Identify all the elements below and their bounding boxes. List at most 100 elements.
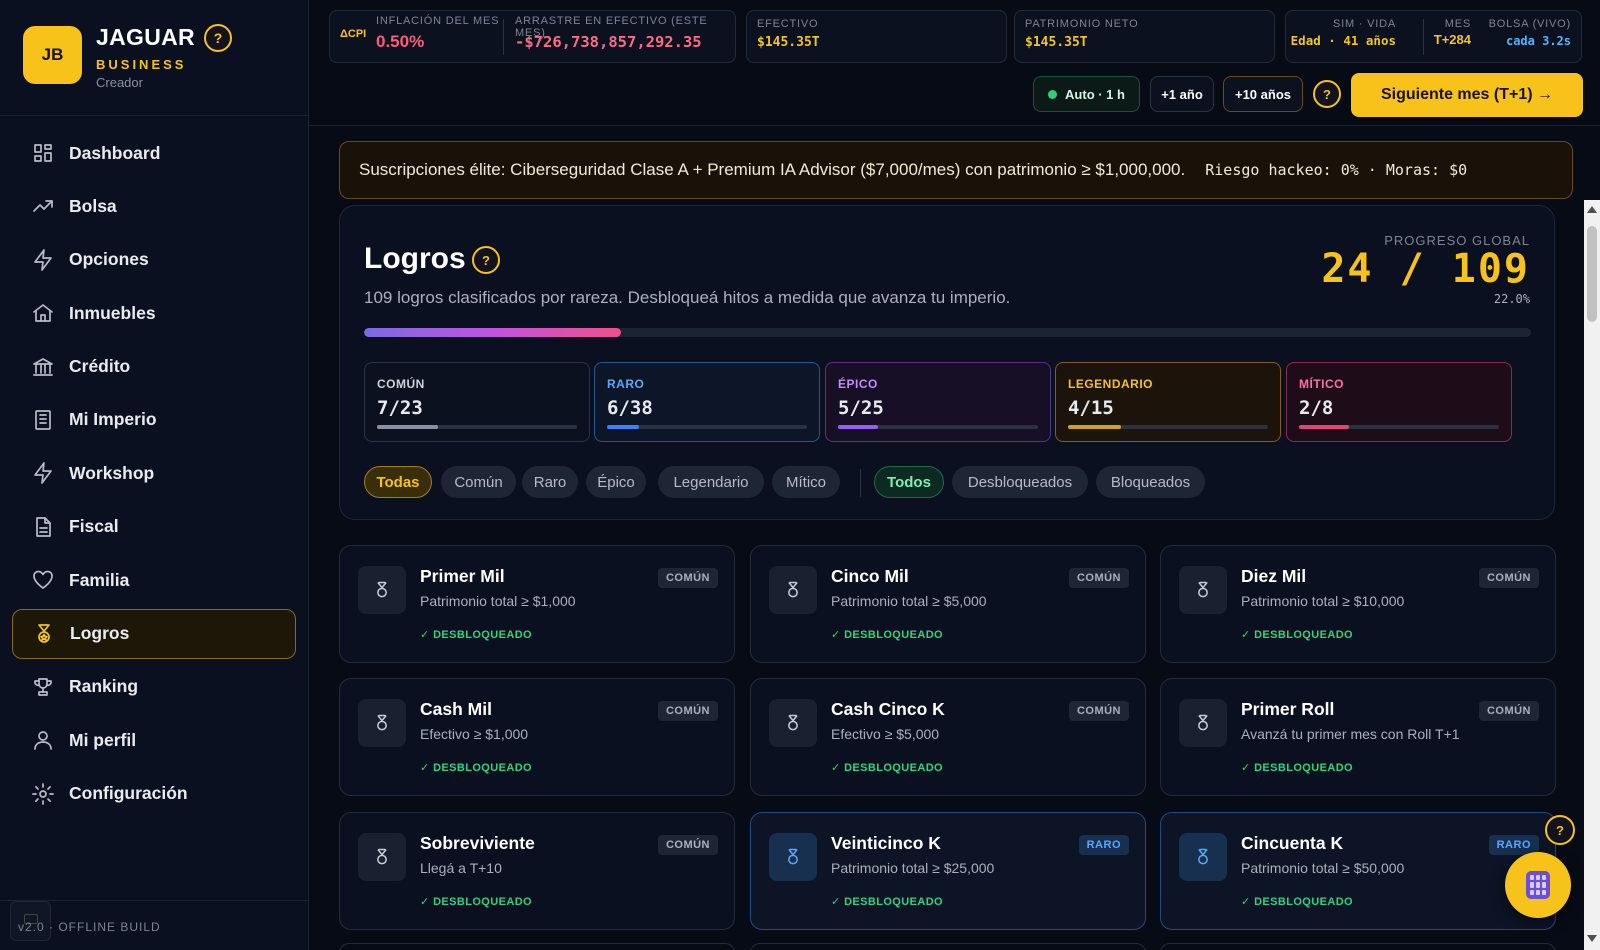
achievement-status: ✓ DESBLOQUEADO: [1241, 762, 1353, 774]
calculator-fab-button[interactable]: [1505, 852, 1571, 918]
plus-ten-years-button[interactable]: +10 años: [1223, 76, 1303, 112]
scroll-thumb[interactable]: [1587, 226, 1597, 322]
rarity-filter-chip[interactable]: Mítico: [772, 466, 840, 498]
sidebar-item-mi-imperio[interactable]: Mi Imperio: [12, 395, 296, 445]
scroll-up-icon[interactable]: [1587, 206, 1597, 213]
rarity-label: LEGENDARIO: [1068, 377, 1154, 391]
achievement-card[interactable]: Primer Mil Patrimonio total ≥ $1,000 ✓ DES…: [339, 545, 735, 663]
achievement-title: Cinco Mil: [831, 566, 909, 586]
status-filter-chip[interactable]: Bloqueados: [1096, 466, 1205, 498]
achievement-card[interactable]: Primer Roll Avanzá tu primer mes con Roll…: [1160, 678, 1556, 796]
achievement-description: Patrimonio total ≥ $25,000: [831, 860, 995, 876]
bank-icon: [33, 357, 53, 376]
achievement-status: ✓ DESBLOQUEADO: [420, 629, 532, 641]
sidebar-item-configuracion[interactable]: Configuración: [12, 769, 296, 819]
sidebar-item-ranking[interactable]: Ranking: [12, 662, 296, 712]
floating-help-button[interactable]: ?: [1545, 815, 1575, 845]
rarity-progress-fill: [1299, 425, 1349, 429]
achievement-description: Avanzá tu primer mes con Roll T+1: [1241, 726, 1460, 742]
rarity-badge: COMÚN: [1478, 568, 1539, 588]
achievements-panel: Logros ? 109 logros clasificados por rar…: [339, 205, 1555, 520]
scroll-down-icon[interactable]: [1587, 935, 1597, 942]
achievement-title: Cash Mil: [420, 699, 492, 719]
brand-help-button[interactable]: ?: [204, 24, 232, 52]
trophy-icon: [34, 678, 52, 696]
sidebar-item-label: Crédito: [69, 356, 131, 377]
achievement-description: Efectivo ≥ $5,000: [831, 726, 940, 742]
medal-icon: [38, 623, 50, 643]
page-scrollbar[interactable]: [1584, 200, 1600, 950]
achievement-description: Patrimonio total ≥ $10,000: [1241, 593, 1405, 609]
sidebar-footer: v2.0 · OFFLINE BUILD: [0, 900, 309, 950]
sidebar-item-label: Fiscal: [69, 516, 119, 537]
medal-icon: [1179, 699, 1227, 747]
calculator-icon: [1526, 871, 1550, 899]
sim-stat: SIM · VIDA Edad · 41 años MES T+284 BOLS…: [1285, 10, 1582, 63]
sidebar-item-logros[interactable]: Logros: [12, 608, 296, 659]
achievement-card[interactable]: Cincuenta K Patrimonio total ≥ $50,000 ✓ D…: [1160, 812, 1556, 930]
rarity-badge: COMÚN: [657, 568, 718, 588]
rarity-filter-chip[interactable]: Épico: [586, 466, 646, 498]
rarity-summary-card: LEGENDARIO 4/15: [1055, 362, 1281, 442]
brand-name: JAGUAR: [96, 24, 195, 50]
brand-header: JB JAGUAR ? BUSINESS Creador: [0, 0, 308, 116]
status-filter-chip[interactable]: Todos: [874, 466, 944, 498]
sidebar-item-bolsa[interactable]: Bolsa: [12, 181, 296, 231]
sidebar-item-credito[interactable]: Crédito: [12, 342, 296, 392]
achievement-card[interactable]: Veinticinco K Patrimonio total ≥ $25,000 ✓…: [750, 812, 1146, 930]
rarity-count: 2/8: [1299, 397, 1334, 419]
sidebar-item-label: Inmuebles: [69, 302, 156, 323]
inflation-value: 0.50%: [376, 32, 425, 51]
status-filter-chip[interactable]: Desbloqueados: [952, 466, 1088, 498]
plus-one-year-button[interactable]: +1 año: [1150, 76, 1214, 112]
sidebar: JB JAGUAR ? BUSINESS Creador Dashboard Bo…: [0, 0, 309, 950]
sim-label: SIM · VIDA: [1332, 18, 1396, 30]
rarity-filter-chip[interactable]: Todas: [364, 466, 432, 498]
sidebar-item-label: Familia: [69, 569, 130, 590]
rarity-count: 5/25: [838, 397, 884, 419]
rarity-progress-bar: [1299, 425, 1499, 429]
sidebar-item-opciones[interactable]: Opciones: [12, 235, 296, 285]
achievement-status: ✓ DESBLOQUEADO: [831, 629, 943, 641]
trend-icon: [33, 200, 53, 213]
achievement-card[interactable]: Diez Mil Patrimonio total ≥ $10,000 ✓ DESB…: [1160, 545, 1556, 663]
sidebar-item-workshop[interactable]: Workshop: [12, 448, 296, 498]
status-dot-icon: [1048, 89, 1058, 99]
home-icon: [33, 304, 53, 323]
sidebar-item-label: Mi perfil: [69, 729, 137, 750]
achievement-description: Patrimonio total ≥ $50,000: [1241, 860, 1405, 876]
achievement-card[interactable]: Cinco Mil Patrimonio total ≥ $5,000 ✓ DESB…: [750, 545, 1146, 663]
rarity-progress-fill: [607, 425, 639, 429]
rarity-badge: COMÚN: [657, 835, 718, 855]
sidebar-item-fiscal[interactable]: Fiscal: [12, 502, 296, 552]
cpi-tag: ΔCPI: [340, 28, 367, 40]
rarity-filter-chip[interactable]: Común: [441, 466, 516, 498]
achievement-description: Patrimonio total ≥ $1,000: [420, 593, 576, 609]
rarity-badge: COMÚN: [657, 701, 718, 721]
app-logo[interactable]: JB: [23, 26, 82, 84]
achievement-card[interactable]: Cash Mil Efectivo ≥ $1,000 ✓ DESBLOQUEADO C…: [339, 678, 735, 796]
market-label: BOLSA (VIVO): [1488, 18, 1571, 30]
rarity-label: RARO: [607, 377, 645, 391]
rarity-progress-bar: [1068, 425, 1268, 429]
cash-stat: EFECTIVO $145.35T: [746, 10, 1007, 63]
achievement-card[interactable]: Sobreviviente Llegá a T+10 ✓ DESBLOQUEADO C…: [339, 812, 735, 930]
sidebar-item-familia[interactable]: Familia: [12, 555, 296, 605]
next-month-button[interactable]: Siguiente mes (T+1) →: [1351, 73, 1583, 117]
market-value: cada 3.2s: [1505, 34, 1571, 48]
rarity-filter-chip[interactable]: Legendario: [658, 466, 764, 498]
sidebar-item-dashboard[interactable]: Dashboard: [12, 128, 296, 178]
medal-icon: [1179, 566, 1227, 614]
rarity-filter-chip[interactable]: Raro: [522, 466, 578, 498]
achievements-help-button[interactable]: ?: [472, 246, 500, 274]
medal-icon: [1179, 833, 1227, 881]
header-divider: [309, 125, 1600, 126]
sidebar-item-mi-perfil[interactable]: Mi perfil: [12, 715, 296, 765]
sidebar-item-inmuebles[interactable]: Inmuebles: [12, 288, 296, 338]
user-role: Creador: [96, 75, 143, 90]
achievement-card[interactable]: Cash Cinco K Efectivo ≥ $5,000 ✓ DESBLOQUE…: [750, 678, 1146, 796]
controls-help-button[interactable]: ?: [1313, 80, 1341, 108]
sidebar-item-label: Opciones: [69, 249, 149, 270]
grid-icon: [34, 144, 52, 162]
auto-advance-button[interactable]: Auto · 1 h: [1033, 76, 1140, 112]
